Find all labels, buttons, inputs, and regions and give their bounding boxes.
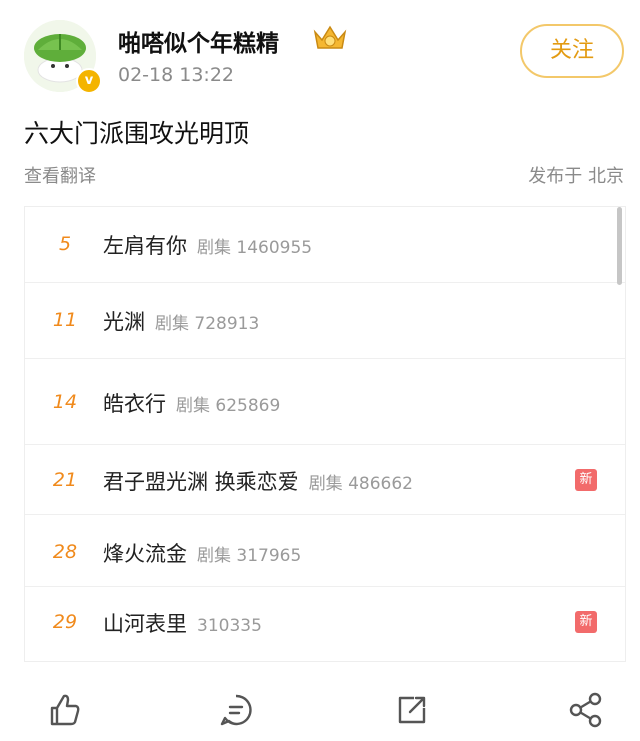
show-title: 烽火流金 (103, 542, 187, 566)
show-title-line: 山河表里 310335 (103, 608, 262, 638)
show-title: 皓衣行 (103, 392, 166, 416)
post-header: v 啪嗒似个年糕精 02-18 13:22 关注 (0, 0, 640, 105)
show-title-line: 皓衣行 剧集 625869 (103, 388, 280, 418)
ranking-row[interactable]: 28 烽火流金 剧集 317965 (25, 515, 625, 587)
show-meta: 310335 (197, 616, 262, 636)
show-meta: 剧集 625869 (176, 396, 281, 416)
show-title-line: 烽火流金 剧集 317965 (103, 538, 301, 568)
show-title: 君子盟光渊 换乘恋爱 (103, 470, 299, 494)
follow-button[interactable]: 关注 (520, 24, 624, 78)
action-bar (0, 680, 640, 741)
rank-number: 29 (52, 611, 78, 633)
show-title: 左肩有你 (103, 234, 187, 258)
post-location: 发布于 北京 (528, 166, 624, 187)
new-badge: 新 (575, 469, 597, 491)
show-title-line: 光渊 剧集 728913 (103, 306, 259, 336)
ranking-row[interactable]: 5 左肩有你 剧集 1460955 (25, 207, 625, 283)
repost-icon[interactable] (392, 690, 432, 730)
new-badge: 新 (575, 611, 597, 633)
ranking-list[interactable]: 5 左肩有你 剧集 1460955 11 光渊 剧集 728913 14 皓衣行 剧集… (24, 206, 626, 662)
ranking-row[interactable]: 21 君子盟光渊 换乘恋爱 剧集 486662 新 (25, 445, 625, 515)
rank-number: 28 (52, 541, 78, 563)
rank-number: 21 (52, 469, 78, 491)
share-icon[interactable] (566, 690, 606, 730)
ranking-row[interactable]: 11 光渊 剧集 728913 (25, 283, 625, 359)
show-meta: 剧集 728913 (155, 314, 260, 334)
verified-badge-icon: v (76, 68, 102, 94)
show-meta: 剧集 1460955 (197, 238, 313, 258)
comment-icon[interactable] (216, 690, 256, 730)
like-icon[interactable] (44, 690, 84, 730)
list-scrollbar[interactable] (617, 207, 622, 285)
crown-icon (313, 25, 347, 49)
ranking-row[interactable]: 14 皓衣行 剧集 625869 (25, 359, 625, 445)
show-title-line: 左肩有你 剧集 1460955 (103, 230, 312, 260)
show-meta: 剧集 486662 (308, 474, 413, 494)
username[interactable]: 啪嗒似个年糕精 (118, 24, 279, 58)
rank-number: 5 (58, 233, 72, 255)
show-title-line: 君子盟光渊 换乘恋爱 剧集 486662 (103, 466, 413, 496)
show-title: 山河表里 (103, 612, 187, 636)
translate-link[interactable]: 查看翻译 (24, 162, 96, 188)
ranking-row[interactable]: 29 山河表里 310335 新 (25, 587, 625, 661)
post-timestamp: 02-18 13:22 (118, 64, 235, 86)
show-meta: 剧集 317965 (197, 546, 302, 566)
post-text: 六大门派围攻光明顶 (24, 119, 250, 148)
show-title: 光渊 (103, 310, 145, 334)
rank-number: 14 (52, 391, 78, 413)
rank-number: 11 (52, 309, 78, 331)
